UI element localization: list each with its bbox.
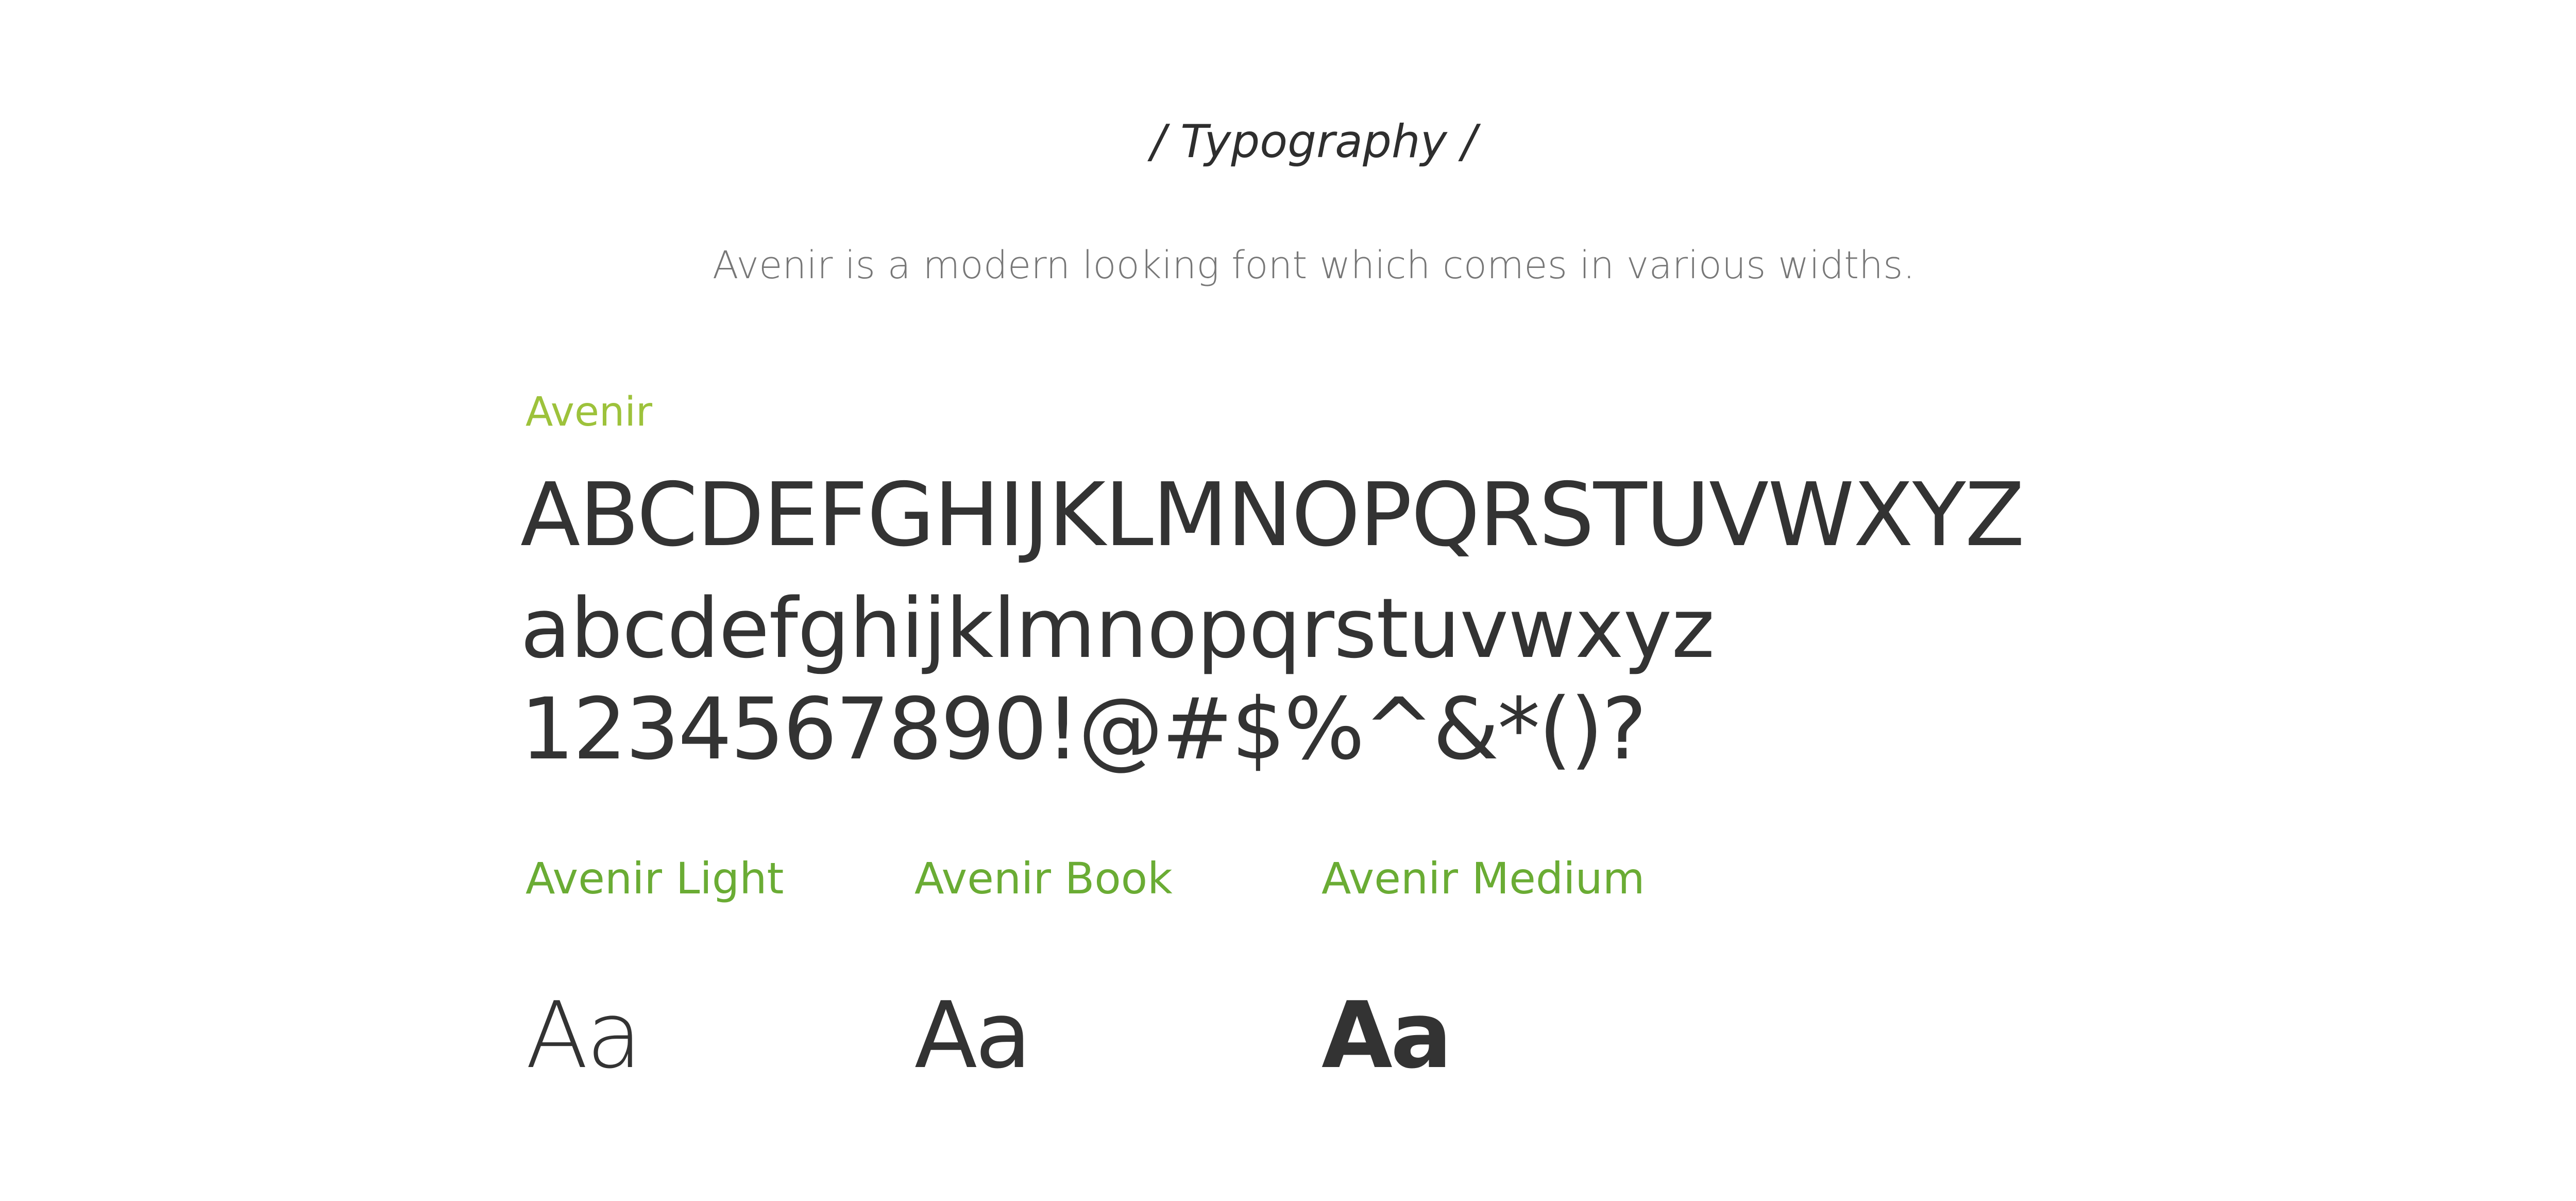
weight-medium: Avenir Medium Aa [1321, 845, 1645, 1097]
weight-light: Avenir Light Aa [526, 845, 784, 1097]
section-title: / Typography / [1150, 115, 1477, 168]
digits-symbols-specimen: 1234567890!@#$%^&*()? [520, 680, 1647, 779]
lowercase-specimen: abcdefghijklmnopqrstuvwxyz [520, 580, 1715, 676]
weight-book-sample: Aa [914, 982, 1031, 1089]
weight-book-label: Avenir Book [914, 853, 1173, 904]
weight-book: Avenir Book Aa [914, 845, 1173, 1097]
weight-medium-sample: Aa [1321, 982, 1452, 1089]
font-family-label: Avenir [526, 389, 653, 435]
section-description: Avenir is a modern looking font which co… [712, 243, 1916, 287]
weight-medium-label: Avenir Medium [1321, 853, 1645, 904]
weight-light-label: Avenir Light [526, 853, 784, 904]
uppercase-specimen: ABCDEFGHIJKLMNOPQRSTUVWXYZ [520, 464, 2025, 566]
weight-light-sample: Aa [526, 982, 642, 1089]
font-weights-row: Avenir Light Aa Avenir Book Aa Avenir Me… [526, 845, 2174, 1092]
